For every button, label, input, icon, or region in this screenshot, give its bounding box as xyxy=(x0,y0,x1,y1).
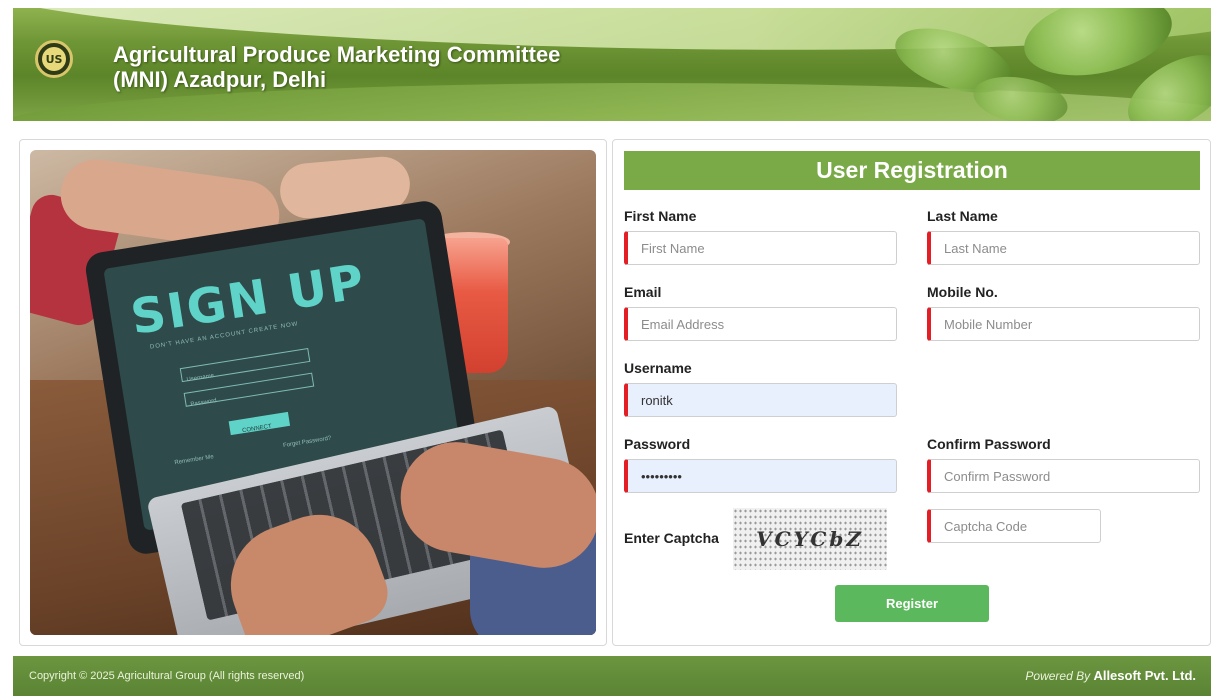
confirm-password-input[interactable] xyxy=(927,459,1200,493)
site-title-line1: Agricultural Produce Marketing Committee xyxy=(113,42,561,67)
confirm-password-label: Confirm Password xyxy=(927,436,1051,452)
captcha-input[interactable] xyxy=(927,509,1101,543)
captcha-label: Enter Captcha xyxy=(624,530,719,546)
screen-forgot: Forget Password? xyxy=(282,435,332,450)
screen-connect-label: CONNECT xyxy=(241,423,273,435)
username-input[interactable] xyxy=(624,383,897,417)
powered-by-prefix: Powered By xyxy=(1025,669,1091,683)
site-title-line2: (MNI) Azadpur, Delhi xyxy=(113,67,327,92)
logo-emblem: US xyxy=(42,47,66,71)
register-button[interactable]: Register xyxy=(835,585,989,622)
signup-photo: SIGN UP DON'T HAVE AN ACCOUNT CREATE NOW… xyxy=(30,150,596,635)
mobile-input[interactable] xyxy=(927,307,1200,341)
screen-connect-button: CONNECT xyxy=(228,411,291,436)
captcha-text: VCYCbZ xyxy=(756,527,864,551)
last-name-label: Last Name xyxy=(927,208,998,224)
footer: Copyright © 2025 Agricultural Group (All… xyxy=(13,656,1211,696)
username-label: Username xyxy=(624,360,692,376)
password-input[interactable] xyxy=(624,459,897,493)
screen-password-label: Password xyxy=(190,397,218,409)
powered-by: Powered By Allesoft Pvt. Ltd. xyxy=(1025,668,1196,683)
header-banner: US Agricultural Produce Marketing Commit… xyxy=(13,8,1211,121)
registration-form-card: User Registration First Name Last Name E… xyxy=(612,139,1211,646)
apmc-logo: US xyxy=(35,40,73,78)
copyright-text: Copyright © 2025 Agricultural Group (All… xyxy=(29,670,305,682)
password-label: Password xyxy=(624,436,691,452)
powered-by-company[interactable]: Allesoft Pvt. Ltd. xyxy=(1093,668,1196,683)
screen-remember: Remember Me xyxy=(174,454,215,467)
email-input[interactable] xyxy=(624,307,897,341)
site-title: Agricultural Produce Marketing Committee… xyxy=(113,42,560,92)
email-label: Email xyxy=(624,284,662,300)
first-name-input[interactable] xyxy=(624,231,897,265)
first-name-label: First Name xyxy=(624,208,697,224)
registration-page: US Agricultural Produce Marketing Commit… xyxy=(0,0,1214,696)
screen-username-label: Username xyxy=(186,373,215,384)
mobile-label: Mobile No. xyxy=(927,284,998,300)
captcha-image: VCYCbZ xyxy=(733,508,887,570)
last-name-input[interactable] xyxy=(927,231,1200,265)
form-title: User Registration xyxy=(624,151,1200,190)
illustration-card: SIGN UP DON'T HAVE AN ACCOUNT CREATE NOW… xyxy=(19,139,607,646)
